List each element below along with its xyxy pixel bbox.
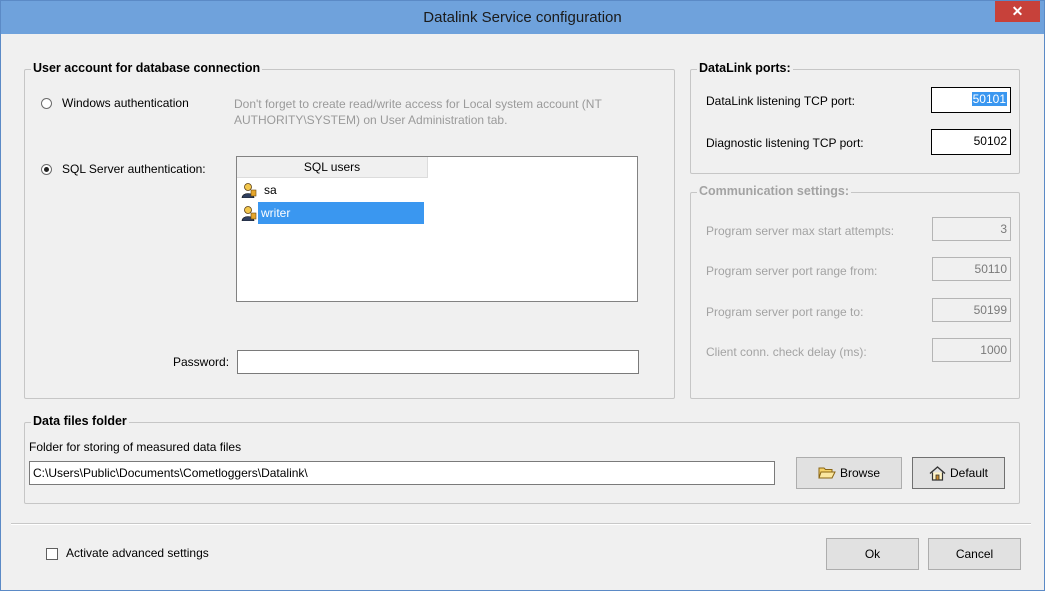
- communication-settings-group-title: Communication settings:: [697, 184, 852, 198]
- datalink-ports-group-title: DataLink ports:: [697, 61, 793, 75]
- advanced-settings-checkbox[interactable]: [46, 548, 58, 560]
- home-icon: [929, 465, 946, 481]
- range-from-field[interactable]: 50110: [932, 257, 1011, 281]
- max-start-label: Program server max start attempts:: [706, 224, 895, 238]
- windows-auth-radio[interactable]: [41, 98, 52, 109]
- check-delay-field[interactable]: 1000: [932, 338, 1011, 362]
- dialog-client-area: User account for database connection Win…: [9, 34, 1036, 585]
- browse-button[interactable]: Browse: [796, 457, 902, 489]
- data-files-group: Data files folder Folder for storing of …: [24, 414, 1020, 504]
- title-bar[interactable]: Datalink Service configuration ✕: [1, 1, 1044, 34]
- folder-path-field[interactable]: C:\Users\Public\Documents\Cometloggers\D…: [29, 461, 775, 485]
- datalink-ports-group: DataLink ports: DataLink listening TCP p…: [690, 61, 1020, 174]
- close-button[interactable]: ✕: [995, 1, 1040, 22]
- browse-button-label: Browse: [839, 466, 880, 480]
- windows-auth-label[interactable]: Windows authentication: [62, 96, 189, 110]
- range-to-label: Program server port range to:: [706, 305, 864, 319]
- folder-label: Folder for storing of measured data file…: [29, 440, 242, 454]
- range-to-field[interactable]: 50199: [932, 298, 1011, 322]
- default-button-label: Default: [949, 466, 989, 480]
- user-account-group-title: User account for database connection: [31, 61, 263, 75]
- sql-auth-label[interactable]: SQL Server authentication:: [62, 162, 206, 176]
- folder-open-icon: [818, 467, 836, 479]
- range-from-label: Program server port range from:: [706, 264, 878, 278]
- sql-auth-radio[interactable]: [41, 164, 52, 175]
- window-title: Datalink Service configuration: [423, 9, 622, 26]
- sql-users-column-header[interactable]: SQL users: [237, 157, 428, 178]
- communication-settings-group: Communication settings: Program server m…: [690, 184, 1020, 399]
- password-label: Password:: [173, 355, 230, 369]
- ok-button[interactable]: Ok: [826, 538, 919, 570]
- user-icon: [241, 183, 257, 198]
- auth-note: Don't forget to create read/write access…: [234, 97, 602, 127]
- diagnostic-port-label: Diagnostic listening TCP port:: [706, 136, 864, 150]
- dialog-window: Datalink Service configuration ✕ User ac…: [0, 0, 1045, 591]
- check-delay-label: Client conn. check delay (ms):: [706, 345, 867, 359]
- advanced-settings-label[interactable]: Activate advanced settings: [66, 546, 209, 560]
- user-icon: [241, 206, 257, 221]
- sql-users-list[interactable]: SQL users sa writer: [236, 156, 638, 302]
- cancel-button[interactable]: Cancel: [928, 538, 1021, 570]
- diagnostic-port-field[interactable]: 50102: [931, 129, 1011, 155]
- password-field[interactable]: [237, 350, 639, 374]
- listening-port-label: DataLink listening TCP port:: [706, 94, 855, 108]
- list-item[interactable]: writer: [237, 202, 637, 224]
- list-item-label: sa: [264, 183, 277, 197]
- listening-port-value: 50101: [971, 92, 1007, 106]
- user-account-group: User account for database connection Win…: [24, 61, 675, 399]
- listening-port-field[interactable]: 50101: [931, 87, 1011, 113]
- data-files-group-title: Data files folder: [31, 414, 129, 428]
- max-start-field[interactable]: 3: [932, 217, 1011, 241]
- list-item[interactable]: sa: [237, 179, 637, 201]
- footer-separator: [11, 523, 1031, 525]
- list-item-label: writer: [258, 202, 424, 224]
- default-button[interactable]: Default: [912, 457, 1005, 489]
